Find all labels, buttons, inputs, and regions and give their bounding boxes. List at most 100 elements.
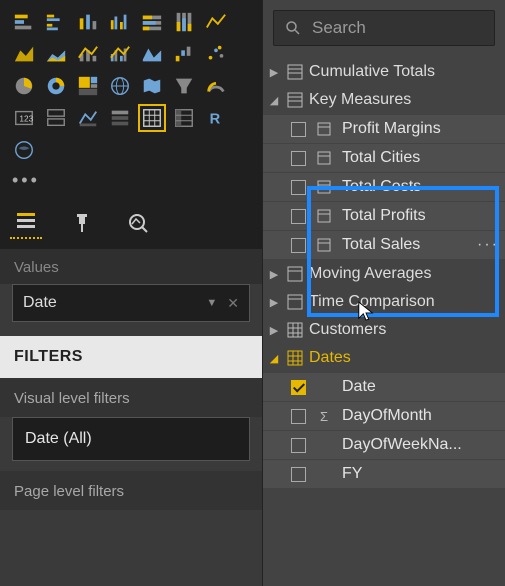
viz-stacked-column-icon[interactable]	[74, 8, 102, 36]
filters-header: FILTERS	[0, 336, 262, 378]
measure-label: Total Profits	[342, 207, 426, 225]
format-tab-icon[interactable]	[66, 207, 98, 239]
checkbox-checked[interactable]	[291, 380, 306, 395]
values-field-well[interactable]: Date ▼ ✕	[12, 284, 250, 322]
page-level-filters-label: Page level filters	[0, 471, 262, 510]
column-dayofmonth[interactable]: Σ DayOfMonth	[263, 402, 505, 430]
tree-label: Time Comparison	[309, 293, 435, 311]
tree-node-moving-averages[interactable]: ▶ Moving Averages	[263, 260, 505, 288]
more-options-icon[interactable]: ···	[477, 236, 499, 254]
viz-kpi-icon[interactable]	[74, 104, 102, 132]
column-dayofweekname[interactable]: DayOfWeekNa...	[263, 431, 505, 459]
caret-right-icon: ▶	[267, 268, 281, 281]
viz-100-stacked-column-icon[interactable]	[170, 8, 198, 36]
viz-waterfall-icon[interactable]	[170, 40, 198, 68]
viz-card-icon[interactable]: 123	[10, 104, 38, 132]
viz-ribbon-icon[interactable]	[138, 40, 166, 68]
checkbox[interactable]	[291, 209, 306, 224]
table-icon	[287, 266, 303, 282]
column-fy[interactable]: FY	[263, 460, 505, 488]
remove-field-icon[interactable]: ✕	[227, 295, 239, 312]
tree-label: Customers	[309, 321, 386, 339]
measure-label: Total Costs	[342, 178, 421, 196]
table-grid-icon	[287, 350, 303, 366]
column-label: DayOfMonth	[342, 407, 432, 425]
table-icon	[287, 64, 303, 80]
checkbox[interactable]	[291, 467, 306, 482]
measure-total-profits[interactable]: Total Profits	[263, 202, 505, 230]
tree-node-customers[interactable]: ▶ Customers	[263, 316, 505, 344]
viz-slicer-icon[interactable]	[106, 104, 134, 132]
viz-stacked-bar-icon[interactable]	[10, 8, 38, 36]
checkbox[interactable]	[291, 151, 306, 166]
viz-table-icon[interactable]	[138, 104, 166, 132]
search-placeholder: Search	[312, 18, 366, 38]
viz-100-stacked-bar-icon[interactable]	[138, 8, 166, 36]
viz-py-icon[interactable]	[10, 136, 38, 164]
measure-profit-margins[interactable]: Profit Margins	[263, 115, 505, 143]
visualizations-more[interactable]: •••	[0, 168, 262, 201]
search-input[interactable]: Search	[273, 10, 495, 46]
checkbox[interactable]	[291, 238, 306, 253]
viz-funnel-icon[interactable]	[170, 72, 198, 100]
visualizations-gallery: 123 R	[0, 0, 262, 168]
checkbox[interactable]	[291, 409, 306, 424]
tree-node-time-comparison[interactable]: ▶ Time Comparison	[263, 288, 505, 316]
viz-clustered-column-icon[interactable]	[106, 8, 134, 36]
checkbox[interactable]	[291, 438, 306, 453]
measure-label: Profit Margins	[342, 120, 441, 138]
search-icon	[284, 19, 302, 37]
tree-label: Cumulative Totals	[309, 63, 435, 81]
visual-filter-date[interactable]: Date (All)	[12, 417, 250, 461]
fields-tree: ▶ Cumulative Totals ◢ Key Measures Profi…	[263, 58, 505, 586]
viz-r-icon[interactable]: R	[202, 104, 230, 132]
column-label: DayOfWeekNa...	[342, 436, 462, 454]
viz-gauge-icon[interactable]	[202, 72, 230, 100]
viz-treemap-icon[interactable]	[74, 72, 102, 100]
viz-stacked-area-icon[interactable]	[42, 40, 70, 68]
checkbox[interactable]	[291, 122, 306, 137]
viz-line-icon[interactable]	[202, 8, 230, 36]
measure-icon	[316, 179, 332, 195]
viz-line-column-icon[interactable]	[74, 40, 102, 68]
viz-matrix-icon[interactable]	[170, 104, 198, 132]
tree-node-cumulative-totals[interactable]: ▶ Cumulative Totals	[263, 58, 505, 86]
values-label: Values	[0, 249, 262, 284]
measure-label: Total Sales	[342, 236, 420, 254]
table-icon	[287, 92, 303, 108]
visualizations-panel: 123 R ••• Values Date ▼ ✕ FILTERS Visual…	[0, 0, 262, 586]
tree-label: Moving Averages	[309, 265, 431, 283]
tree-node-key-measures[interactable]: ◢ Key Measures	[263, 86, 505, 114]
tree-label: Key Measures	[309, 91, 411, 109]
caret-right-icon: ▶	[267, 66, 281, 79]
checkbox[interactable]	[291, 180, 306, 195]
measure-total-sales[interactable]: Total Sales ···	[263, 231, 505, 259]
viz-pie-icon[interactable]	[10, 72, 38, 100]
viz-clustered-bar-icon[interactable]	[42, 8, 70, 36]
viz-line-clustered-icon[interactable]	[106, 40, 134, 68]
table-icon	[287, 294, 303, 310]
column-label: Date	[342, 378, 376, 396]
analytics-tab-icon[interactable]	[122, 207, 154, 239]
viz-map-icon[interactable]	[106, 72, 134, 100]
sigma-icon: Σ	[316, 408, 332, 424]
measure-total-cities[interactable]: Total Cities	[263, 144, 505, 172]
measure-total-costs[interactable]: Total Costs	[263, 173, 505, 201]
viz-donut-icon[interactable]	[42, 72, 70, 100]
caret-right-icon: ▶	[267, 296, 281, 309]
chevron-down-icon[interactable]: ▼	[206, 297, 217, 309]
column-date[interactable]: Date	[263, 373, 505, 401]
fields-tab-icon[interactable]	[10, 207, 42, 239]
svg-text:R: R	[210, 112, 221, 128]
measure-icon	[316, 237, 332, 253]
measure-icon	[316, 208, 332, 224]
tree-node-dates[interactable]: ◢ Dates	[263, 344, 505, 372]
viz-area-icon[interactable]	[10, 40, 38, 68]
field-name: Date	[23, 294, 57, 312]
visual-level-filters-label: Visual level filters	[0, 378, 262, 417]
format-tabs	[0, 201, 262, 249]
viz-multi-card-icon[interactable]	[42, 104, 70, 132]
viz-filled-map-icon[interactable]	[138, 72, 166, 100]
caret-down-icon: ◢	[267, 352, 281, 365]
viz-scatter-icon[interactable]	[202, 40, 230, 68]
